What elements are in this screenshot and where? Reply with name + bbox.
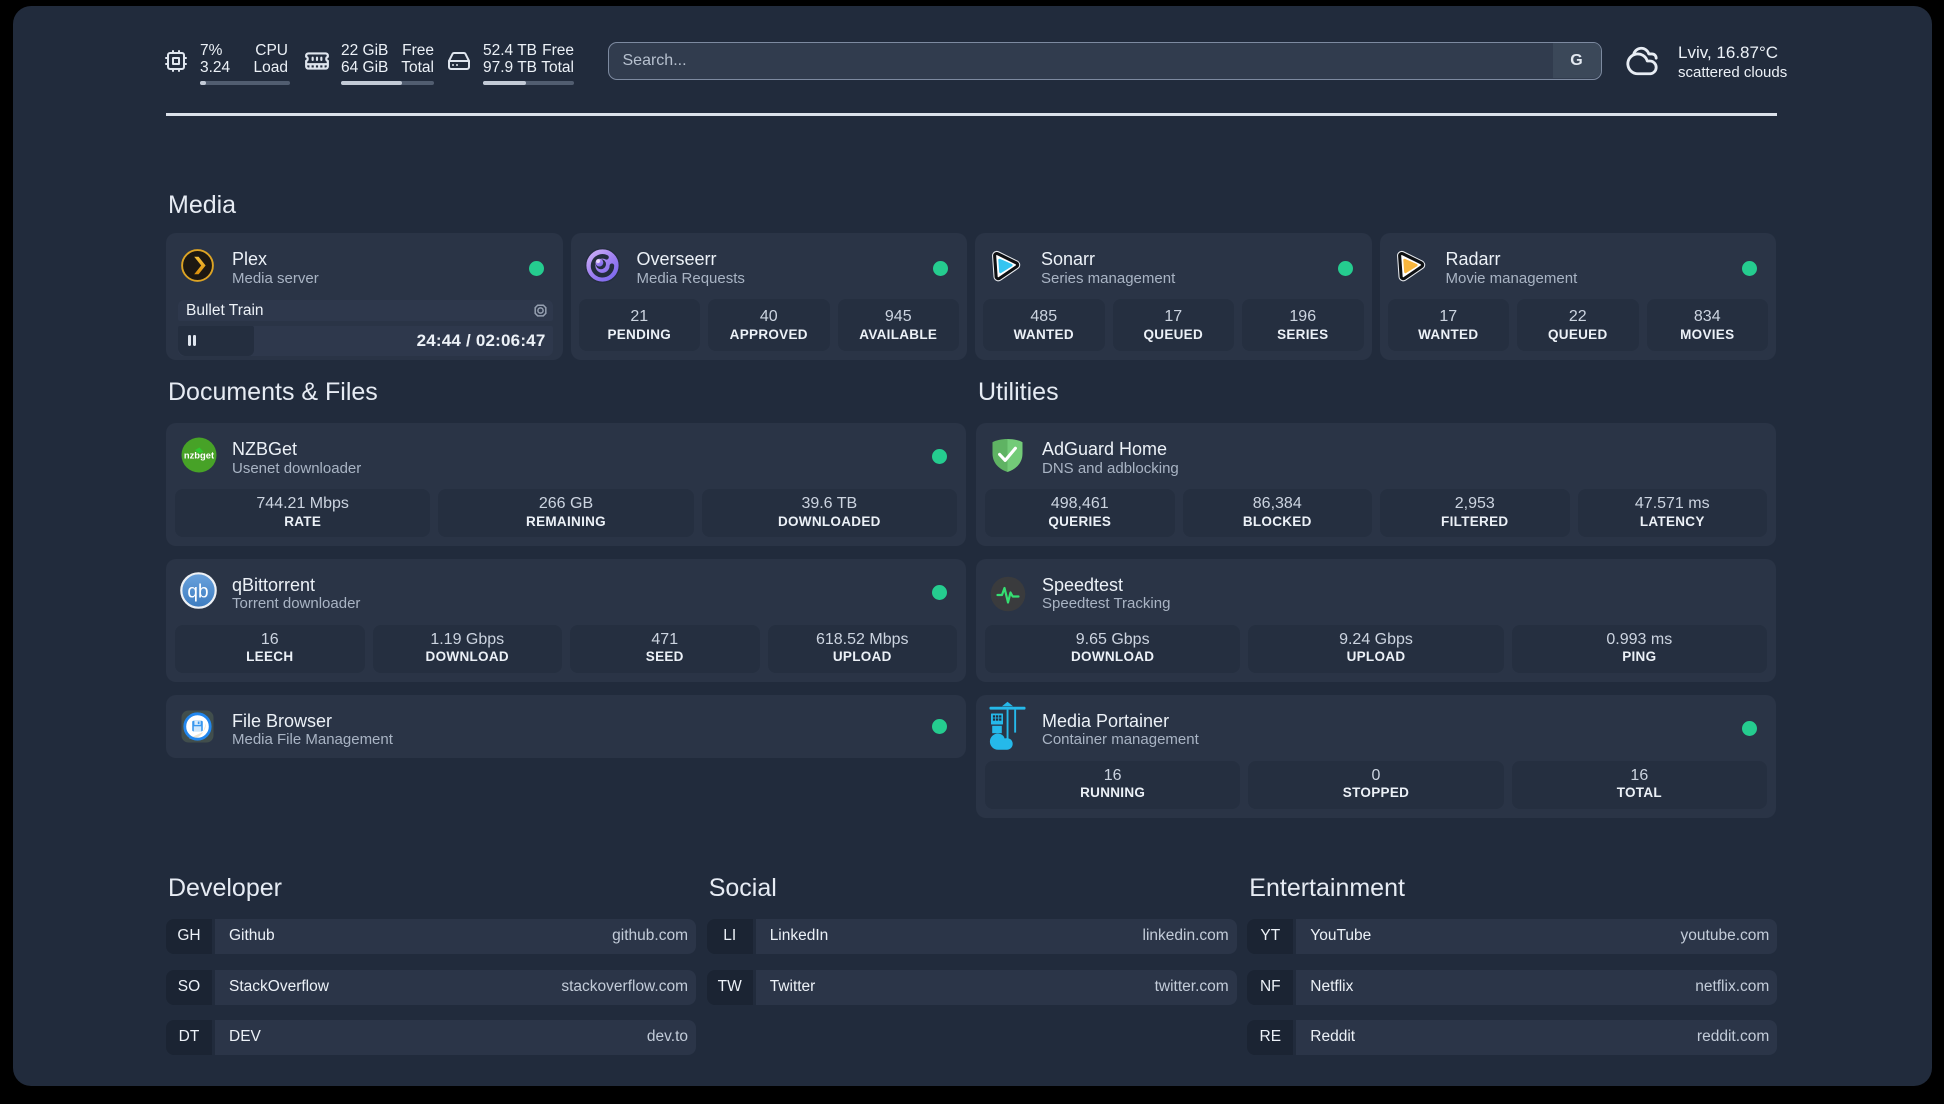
- svg-text:nzbget: nzbget: [183, 450, 213, 461]
- svg-text:qb: qb: [187, 582, 208, 603]
